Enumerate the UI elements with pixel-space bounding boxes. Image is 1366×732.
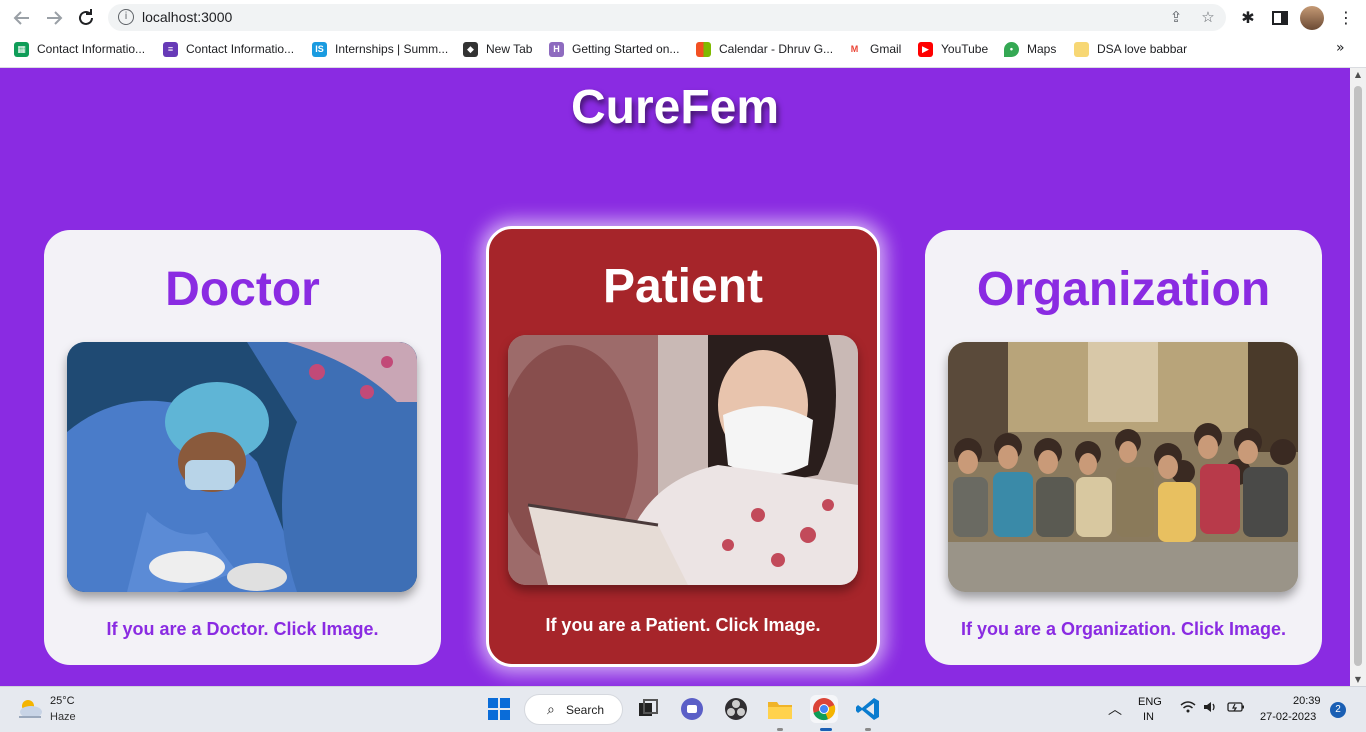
organization-image[interactable] <box>948 342 1298 592</box>
chrome-icon[interactable] <box>810 695 838 723</box>
address-bar[interactable]: i localhost:3000 ⇪ ☆ <box>108 4 1226 31</box>
bookmark-label: Internships | Summ... <box>335 42 449 56</box>
doctor-card-title: Doctor <box>165 263 320 316</box>
windows-start-icon[interactable] <box>485 695 513 723</box>
bookmark-label: New Tab <box>486 42 533 56</box>
volume-icon[interactable] <box>1202 700 1218 718</box>
tray-overflow-chevron-icon[interactable]: ︿ <box>1108 699 1122 719</box>
obs-icon[interactable] <box>722 695 750 723</box>
weather-description: Haze <box>50 711 76 723</box>
bookmark-item[interactable]: IS Internships | Summ... <box>312 40 448 58</box>
taskbar: 25°C Haze ⌕ Search ︿ ENG IN 20:39 27-02-… <box>0 686 1366 732</box>
new-tab-icon: ◆ <box>463 41 478 57</box>
running-indicator <box>865 728 871 731</box>
doctor-image[interactable] <box>67 342 417 592</box>
gmail-icon: M <box>847 41 862 57</box>
bookmarks-bar: ▦ Contact Informatio... ≡ Contact Inform… <box>0 36 1366 62</box>
teams-chat-icon[interactable] <box>678 695 706 723</box>
bookmark-star-icon[interactable]: ☆ <box>1198 7 1218 27</box>
profile-avatar[interactable] <box>1300 6 1324 30</box>
bookmark-label: Contact Informatio... <box>186 42 295 56</box>
clock-date[interactable]: 27-02-2023 <box>1260 711 1316 723</box>
bookmark-label: Gmail <box>870 42 902 56</box>
language-indicator[interactable]: ENG <box>1138 696 1162 708</box>
bookmark-item[interactable]: Calendar - Dhruv G... <box>696 40 833 58</box>
bookmark-item[interactable]: ◆ New Tab <box>463 40 532 58</box>
page-body: CureFem Doctor If you are a Doctor. Clic… <box>0 68 1350 686</box>
patient-card-caption: If you are a Patient. Click Image. <box>545 615 821 635</box>
bookmark-item[interactable]: H Getting Started on... <box>549 40 679 58</box>
doctor-card-caption: If you are a Doctor. Click Image. <box>106 619 379 639</box>
scroll-up-icon[interactable]: ▲ <box>1353 70 1363 79</box>
scroll-down-icon[interactable]: ▼ <box>1353 675 1363 684</box>
maps-pin-icon: • <box>1004 41 1019 57</box>
site-info-icon[interactable]: i <box>118 9 134 25</box>
active-indicator <box>820 728 832 731</box>
bookmark-item[interactable]: ≡ Contact Informatio... <box>163 40 294 58</box>
browser-toolbar: i localhost:3000 ⇪ ☆ ✱ ⋮ <box>0 0 1366 36</box>
taskbar-search-label: Search <box>566 703 605 717</box>
battery-icon[interactable] <box>1227 700 1245 718</box>
scrollbar-thumb[interactable] <box>1354 86 1362 666</box>
search-icon: ⌕ <box>547 702 555 718</box>
folder-icon <box>1074 41 1089 57</box>
share-icon[interactable]: ⇪ <box>1166 7 1186 27</box>
bookmark-item[interactable]: ▶ YouTube <box>918 40 988 58</box>
bookmark-label: Maps <box>1027 42 1057 56</box>
youtube-icon: ▶ <box>918 41 933 57</box>
notification-badge[interactable]: 2 <box>1330 702 1346 718</box>
language-region: IN <box>1143 711 1154 723</box>
organization-card-title: Organization <box>976 263 1271 316</box>
bookmark-item[interactable]: M Gmail <box>847 40 901 58</box>
extensions-puzzle-icon[interactable]: ✱ <box>1236 6 1260 30</box>
url-text[interactable]: localhost:3000 <box>142 9 232 25</box>
organization-card-caption: If you are a Organization. Click Image. <box>960 619 1287 639</box>
bookmark-label: YouTube <box>941 42 989 56</box>
bookmark-label: Getting Started on... <box>572 42 680 56</box>
sheets-icon: ▦ <box>14 41 29 57</box>
hostinger-icon: H <box>549 41 564 57</box>
weather-haze-icon[interactable] <box>16 697 44 721</box>
task-view-icon[interactable] <box>634 695 662 723</box>
patient-card-title: Patient <box>602 260 764 313</box>
microsoft-icon <box>696 41 711 57</box>
weather-temperature: 25°C <box>50 695 75 707</box>
page-title: CureFem <box>570 81 780 134</box>
side-panel-icon[interactable] <box>1268 6 1292 30</box>
running-indicator <box>777 728 783 731</box>
file-explorer-icon[interactable] <box>766 695 794 723</box>
bookmark-label: Calendar - Dhruv G... <box>719 42 834 56</box>
taskbar-search[interactable]: ⌕ Search <box>524 694 623 725</box>
reload-icon[interactable] <box>74 6 98 30</box>
bookmark-label: Contact Informatio... <box>37 42 146 56</box>
browser-chrome: i localhost:3000 ⇪ ☆ ✱ ⋮ ▦ Contact Infor… <box>0 0 1366 68</box>
patient-image[interactable] <box>508 335 858 585</box>
bookmark-label: DSA love babbar <box>1097 42 1188 56</box>
back-arrow-icon[interactable] <box>10 6 34 30</box>
clock-time[interactable]: 20:39 <box>1293 695 1321 707</box>
internshala-icon: IS <box>312 41 327 57</box>
wifi-icon[interactable] <box>1180 700 1196 718</box>
forward-arrow-icon[interactable] <box>42 6 66 30</box>
bookmarks-overflow-icon[interactable]: » <box>1336 40 1345 56</box>
forms-icon: ≡ <box>163 41 178 57</box>
vscode-icon[interactable] <box>854 695 882 723</box>
organization-card: Organization If you are a Organization. … <box>925 230 1322 665</box>
patient-card: Patient If you are a Patient. Click Imag… <box>486 226 880 667</box>
menu-kebab-icon[interactable]: ⋮ <box>1334 6 1358 30</box>
bookmark-item[interactable]: ▦ Contact Informatio... <box>14 40 145 58</box>
page-scrollbar[interactable]: ▲ ▼ <box>1350 68 1366 686</box>
bookmark-item[interactable]: • Maps <box>1004 40 1056 58</box>
bookmark-item[interactable]: DSA love babbar <box>1074 40 1187 58</box>
doctor-card: Doctor If you are a Doctor. Click Image. <box>44 230 441 665</box>
